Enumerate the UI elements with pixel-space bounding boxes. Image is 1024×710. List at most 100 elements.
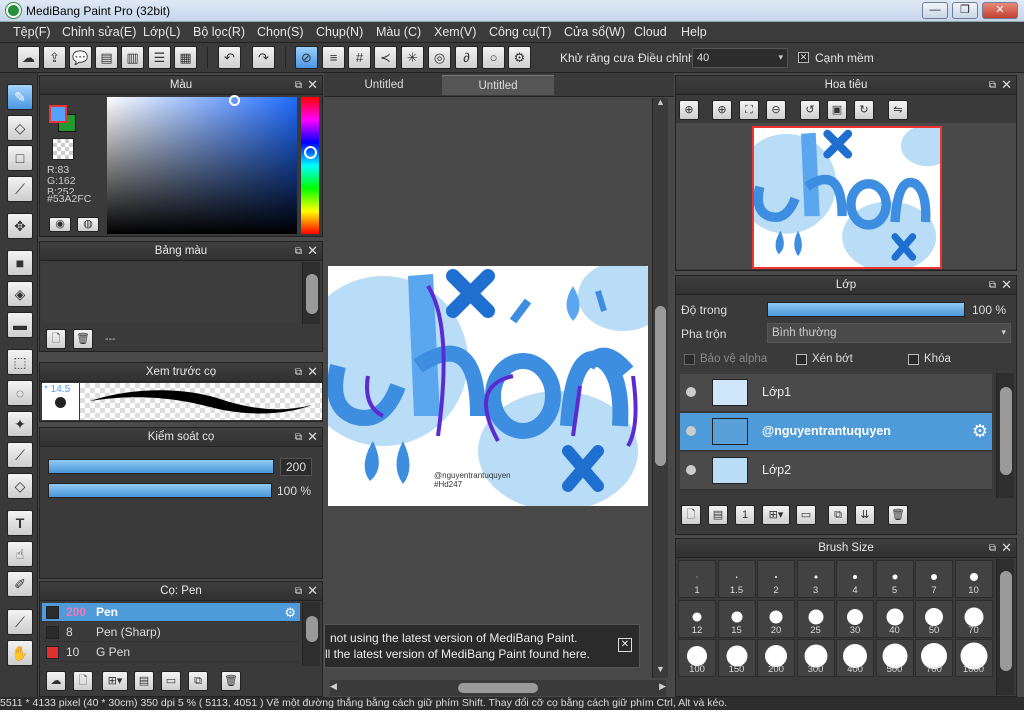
color-wheel-icon[interactable]: ◉ [49,217,71,232]
new-1bit-layer-icon[interactable]: 1 [735,505,755,525]
menu-select[interactable]: Chọn(S) [257,25,304,39]
grid-icon[interactable]: ▦ [174,46,197,69]
brush-size-cell[interactable]: 300 [796,639,835,677]
menu-layer[interactable]: Lớp(L) [143,25,180,39]
brush-list-scrollbar[interactable] [302,602,320,666]
layer-row-watermark[interactable]: @nguyentrantuquyen ⚙ [680,413,992,451]
brush-size-cell[interactable]: 5 [875,560,914,598]
cloud-icon[interactable]: ☁ [17,46,40,69]
snap-settings-icon[interactable]: ⚙ [508,46,531,69]
undock-icon[interactable]: ⧉ [989,77,996,95]
trash-icon[interactable]: 🗑 [221,671,241,691]
brush-tool-icon[interactable]: ✎ [7,84,33,110]
folder-icon[interactable]: ▭ [161,671,181,691]
brush-size-cell[interactable]: 100 [678,639,716,677]
zoom-fit-icon[interactable]: ⊕ [679,100,699,120]
new-layer-icon[interactable]: 🗋 [681,505,701,525]
tab-untitled-1[interactable]: Untitled [328,75,440,95]
navigator-view[interactable] [676,123,1016,269]
primary-color-swatch[interactable] [49,105,67,123]
close-button[interactable]: ✕ [982,2,1018,19]
flip-horizontal-icon[interactable]: ⇋ [888,100,908,120]
clip-checkbox[interactable] [796,354,807,365]
select-eraser-tool-icon[interactable]: ◇ [7,473,33,499]
close-icon[interactable]: ✕ [1001,539,1012,557]
brush-size-cell[interactable]: 3 [796,560,835,598]
operation-tool-icon[interactable]: ☝ [7,541,33,567]
blur-tool-icon[interactable]: ✐ [7,571,33,597]
close-icon[interactable]: ✕ [1001,76,1012,94]
folder-icon[interactable]: ▭ [796,505,816,525]
fill-rect-tool-icon[interactable]: ■ [7,250,33,276]
canvas-horizontal-scrollbar[interactable]: ◀ ▶ [330,680,666,696]
new-halftone-layer-icon[interactable]: ▤ [708,505,728,525]
brush-size-cell[interactable]: 40 [875,599,914,638]
hand-tool-icon[interactable]: ✋ [7,640,33,666]
update-notice[interactable]: not using the latest version of MediBang… [324,624,640,668]
parallel-snap-icon[interactable]: ≡ [322,46,345,69]
close-icon[interactable]: ✕ [307,76,318,94]
layer-row-lop2[interactable]: Lớp2 [680,452,992,490]
menu-window[interactable]: Cửa sổ(W) [564,25,625,39]
close-icon[interactable]: ✕ [1001,276,1012,294]
share-icon[interactable]: ⇪ [43,46,66,69]
brush-size-cell[interactable]: 1000 [954,639,993,677]
tab-untitled-2[interactable]: Untitled [442,75,554,95]
menu-file[interactable]: Tệp(F) [13,25,51,39]
brush-size-cell[interactable]: 30 [836,599,874,638]
zoom-out-icon[interactable]: ⊖ [766,100,786,120]
lock-checkbox[interactable] [908,354,919,365]
add-layer-menu-icon[interactable]: ⊞▾ [762,505,790,525]
snap-off-icon[interactable]: ⊘ [295,46,318,69]
brush-size-cell[interactable]: 500 [875,639,914,677]
menu-filter[interactable]: Bộ lọc(R) [193,25,245,39]
lasso-tool-icon[interactable]: ◌ [7,380,33,406]
reset-view-icon[interactable]: ▣ [827,100,847,120]
restore-button[interactable]: ❐ [952,2,978,19]
brush-size-cell[interactable]: 50 [915,599,953,638]
eye-icon[interactable] [686,387,696,397]
brush-properties-icon[interactable]: ▤ [134,671,154,691]
brush-size-cell[interactable]: 1 [678,560,716,598]
correction-select[interactable]: 40 ▾ [692,48,788,68]
eyedropper-tool-icon[interactable]: ⟋ [7,609,33,635]
brush-size-cell[interactable]: 150 [717,639,756,677]
menu-tools[interactable]: Công cụ(T) [489,25,552,39]
curve-snap-icon[interactable]: ∂ [455,46,478,69]
gear-icon[interactable]: ⚙ [972,421,988,442]
brush-size-cell[interactable]: 10 [954,560,993,598]
brush-size-scrollbar[interactable] [996,559,1014,695]
rotate-left-icon[interactable]: ↺ [800,100,820,120]
brush-item-pen[interactable]: 200 Pen ⚙ [42,603,300,622]
text-tool-icon[interactable]: T [7,510,33,536]
close-icon[interactable]: ✕ [307,428,318,446]
brush-size-value[interactable]: 200 [280,458,312,476]
brush-size-cell[interactable]: 70 [954,599,993,638]
list-icon[interactable]: ☰ [148,46,171,69]
eye-icon[interactable] [686,465,696,475]
rectangle-select-tool-icon[interactable]: □ [7,145,33,171]
duplicate-icon[interactable]: ⧉ [188,671,208,691]
rotate-right-icon[interactable]: ↻ [854,100,874,120]
message-icon[interactable]: ▤ [95,46,118,69]
magic-wand-tool-icon[interactable]: ✦ [7,411,33,437]
close-icon[interactable]: ✕ [307,242,318,260]
canvas-vertical-scrollbar[interactable]: ▲ ▼ [652,97,668,678]
brush-size-cell[interactable]: 2 [757,560,795,598]
cloud-brush-icon[interactable]: ☁ [46,671,66,691]
brush-size-cell[interactable]: 12 [678,599,716,638]
brush-size-slider[interactable] [48,459,274,474]
vanish-snap-icon[interactable]: ≺ [374,46,397,69]
brush-size-cell[interactable]: 700 [915,639,953,677]
undock-icon[interactable]: ⧉ [295,364,302,382]
move-tool-icon[interactable]: ✥ [7,213,33,239]
grid-snap-icon[interactable]: # [348,46,371,69]
new-brush-icon[interactable]: 🗋 [73,671,93,691]
undock-icon[interactable]: ⧉ [295,429,302,447]
layer-opacity-slider[interactable] [767,302,965,317]
menu-view[interactable]: Xem(V) [434,25,476,39]
menu-help[interactable]: Help [681,25,707,39]
brush-size-cell[interactable]: 15 [717,599,756,638]
menu-cloud[interactable]: Cloud [634,25,667,39]
brush-size-cell[interactable]: 4 [836,560,874,598]
